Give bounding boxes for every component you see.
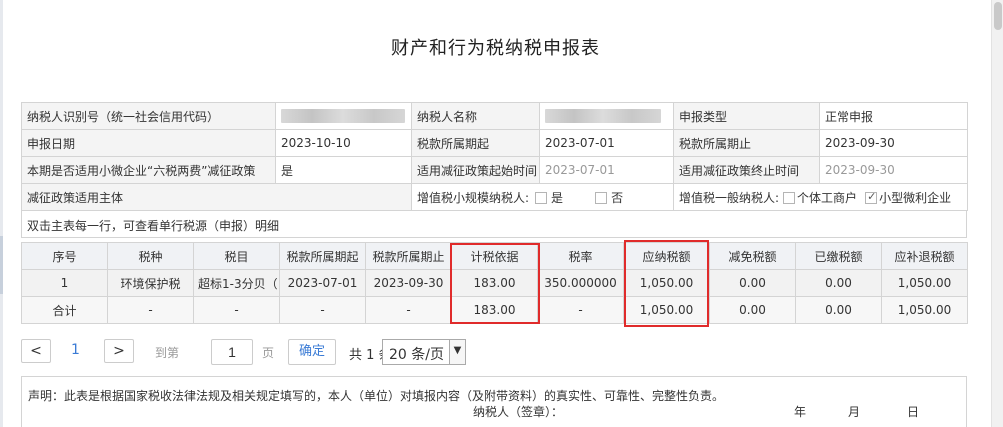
cell-tax-relief: 0.00 — [709, 296, 796, 324]
cell-tax-paid: 0.00 — [795, 296, 882, 324]
page-size-select[interactable]: 20 条/页 ▼ — [382, 339, 466, 365]
cell-period-start: - — [279, 296, 366, 324]
vat-small-no-checkbox[interactable] — [595, 191, 608, 204]
cell-tax-relief: 0.00 — [709, 269, 796, 297]
col-period-start[interactable]: 税款所属期起 — [279, 242, 366, 270]
cell-period-end: - — [365, 296, 452, 324]
col-tax-rate[interactable]: 税率 — [537, 242, 624, 270]
relief-subject-label: 减征政策适用主体 — [21, 183, 412, 211]
relief-start-label: 适用减征政策起始时间 — [411, 156, 540, 184]
page-size-value: 20 条/页 — [389, 347, 444, 363]
relief-end-value: 2023-09-30 — [819, 156, 968, 184]
cell-seq: 1 — [21, 269, 108, 297]
col-tax-basis[interactable]: 计税依据 — [451, 242, 538, 270]
cell-period-start: 2023-07-01 — [279, 269, 366, 297]
small-micro-policy-label: 本期是否适用小微企业“六税两费”减征政策 — [21, 156, 276, 184]
month-label: 月 — [848, 405, 861, 419]
col-tax-relief[interactable]: 减免税额 — [709, 242, 796, 270]
cell-tax-type: - — [107, 296, 194, 324]
taxpayer-id-label: 纳税人识别号（统一社会信用代码） — [21, 102, 276, 130]
cell-period-end: 2023-09-30 — [365, 269, 452, 297]
relief-end-label: 适用减征政策终止时间 — [673, 156, 820, 184]
double-click-hint: 双击主表每一行，可查看单行税源（申报）明细 — [21, 211, 967, 238]
vat-small-scale-group: 增值税小规模纳税人: 是 否 — [411, 183, 674, 211]
relief-start-value: 2023-07-01 — [539, 156, 674, 184]
goto-page-input[interactable] — [211, 339, 253, 365]
cell-tax-paid: 0.00 — [795, 269, 882, 297]
cell-tax-type: 环境保护税 — [107, 269, 194, 297]
vat-small-no-label: 否 — [611, 190, 624, 205]
declare-type-value: 正常申报 — [819, 102, 968, 130]
cell-tax-basis: 183.00 — [451, 269, 538, 297]
period-end-value: 2023-09-30 — [819, 129, 968, 157]
cell-tax-basis: 183.00 — [451, 296, 538, 324]
page-title: 财产和行为税纳税申报表 — [391, 38, 600, 59]
cell-tax-refund: 1,050.00 — [881, 296, 968, 324]
period-start-label: 税款所属期起 — [411, 129, 540, 157]
col-tax-paid[interactable]: 已缴税额 — [795, 242, 882, 270]
table-row[interactable]: 1 环境保护税 超标1-3分贝（ 2023-07-01 2023-09-30 1… — [21, 269, 968, 297]
year-label: 年 — [794, 405, 807, 419]
col-tax-refund[interactable]: 应补退税额 — [881, 242, 968, 270]
cell-seq: 合计 — [21, 296, 108, 324]
scrollbar[interactable] — [991, 0, 1003, 427]
cell-tax-rate: 350.000000 — [537, 269, 624, 297]
col-period-end[interactable]: 税款所属期止 — [365, 242, 452, 270]
signature-label: 纳税人（签章）： — [473, 405, 564, 419]
vat-small-yes-label: 是 — [551, 190, 564, 205]
col-tax-item[interactable]: 税目 — [193, 242, 280, 270]
vat-general-label: 增值税一般纳税人: — [679, 190, 780, 205]
taxpayer-name-label: 纳税人名称 — [411, 102, 540, 130]
small-micro-policy-value: 是 — [275, 156, 412, 184]
page-unit-label: 页 — [262, 346, 275, 360]
next-page-button[interactable]: > — [104, 339, 134, 363]
vat-small-yes-checkbox[interactable] — [535, 191, 548, 204]
col-tax-type[interactable]: 税种 — [107, 242, 194, 270]
redacted-taxpayer-name — [545, 109, 661, 124]
confirm-button[interactable]: 确定 — [288, 339, 336, 365]
tax-detail-grid: 序号 税种 税目 税款所属期起 税款所属期止 计税依据 税率 应纳税额 减免税额… — [21, 242, 968, 324]
pagination: < 1 > 到第 页 确定 共 1 条 20 条/页 ▼ — [21, 339, 521, 365]
declare-date-label: 申报日期 — [21, 129, 276, 157]
declaration-box: 声明：此表是根据国家税收法律法规及相关规定填写的，本人（单位）对填报内容（及附带… — [21, 376, 967, 427]
cell-tax-refund: 1,050.00 — [881, 269, 968, 297]
total-row[interactable]: 合计 - - - - 183.00 - 1,050.00 0.00 0.00 1… — [21, 296, 968, 324]
cell-tax-item: 超标1-3分贝（ — [193, 269, 280, 297]
chevron-down-icon[interactable]: ▼ — [449, 340, 465, 364]
period-end-label: 税款所属期止 — [673, 129, 820, 157]
left-border — [0, 0, 3, 427]
vat-general-group: 增值税一般纳税人: 个体工商户 小型微利企业 — [673, 183, 968, 211]
individual-business-label: 个体工商户 — [797, 190, 858, 205]
col-tax-payable[interactable]: 应纳税额 — [623, 242, 710, 270]
small-micro-enterprise-label: 小型微利企业 — [879, 190, 952, 205]
taxpayer-name-value — [539, 102, 674, 130]
cell-tax-payable: 1,050.00 — [623, 296, 710, 324]
goto-label: 到第 — [155, 346, 180, 360]
left-accent — [0, 236, 3, 294]
vat-small-scale-label: 增值税小规模纳税人: — [417, 190, 530, 205]
day-label: 日 — [907, 405, 920, 419]
period-start-value: 2023-07-01 — [539, 129, 674, 157]
small-micro-enterprise-checkbox[interactable] — [865, 190, 878, 204]
col-seq[interactable]: 序号 — [21, 242, 108, 270]
taxpayer-id-value — [275, 102, 412, 130]
redacted-taxpayer-id — [281, 109, 405, 124]
scrollbar-thumb[interactable] — [994, 2, 1002, 30]
individual-business-checkbox[interactable] — [783, 191, 796, 204]
declare-date-value: 2023-10-10 — [275, 129, 412, 157]
declaration-statement: 声明：此表是根据国家税收法律法规及相关规定填写的，本人（单位）对填报内容（及附带… — [28, 389, 725, 403]
current-page-number[interactable]: 1 — [71, 342, 80, 358]
taxpayer-info-table: 纳税人识别号（统一社会信用代码） 纳税人名称 申报类型 正常申报 申报日期 20… — [21, 102, 968, 211]
cell-tax-item: - — [193, 296, 280, 324]
cell-tax-payable: 1,050.00 — [623, 269, 710, 297]
prev-page-button[interactable]: < — [21, 339, 51, 363]
cell-tax-rate: - — [537, 296, 624, 324]
declare-type-label: 申报类型 — [673, 102, 820, 130]
